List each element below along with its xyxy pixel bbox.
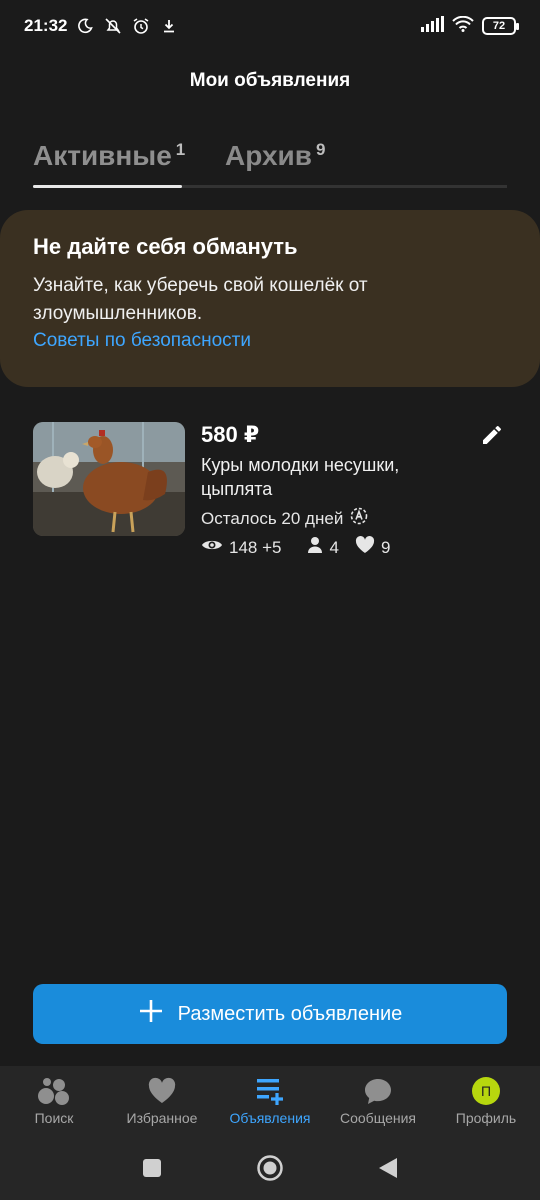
safety-tips-link[interactable]: Советы по безопасности xyxy=(33,330,251,352)
wifi-icon xyxy=(452,15,474,37)
nav-search[interactable]: Поиск xyxy=(0,1066,108,1136)
moon-icon xyxy=(75,16,95,36)
listing-title: Куры молодки несушки, цыплята xyxy=(201,455,400,499)
avatar-wrapper: П xyxy=(472,1076,500,1106)
nav-ads-label: Объявления xyxy=(229,1110,311,1126)
back-button[interactable] xyxy=(374,1154,402,1182)
remaining-text: Осталось 20 дней xyxy=(201,508,344,528)
page-title: Мои объявления xyxy=(189,70,351,91)
status-right: 72 xyxy=(420,15,519,37)
listing-item[interactable]: 580 ₽ Куры молодки несушки, цыплята Оста… xyxy=(33,420,507,560)
favorites-count: 9 xyxy=(380,537,391,557)
autorenew-icon xyxy=(349,506,369,531)
tab-underline xyxy=(33,185,182,188)
tab-archive-label: Архив xyxy=(225,140,312,171)
system-nav xyxy=(0,1136,540,1200)
chat-bubble-icon xyxy=(363,1076,393,1106)
nav-ads[interactable]: Объявления xyxy=(216,1066,324,1136)
nav-profile[interactable]: П Профиль xyxy=(432,1066,540,1136)
safety-banner: Не дайте себя обмануть Узнайте, как убер… xyxy=(0,210,540,387)
listing-price: 580 ₽ xyxy=(201,422,260,447)
nav-search-label: Поиск xyxy=(34,1110,74,1126)
alarm-icon xyxy=(131,16,151,36)
avatar: П xyxy=(472,1077,500,1105)
status-bar: 21:32 72 xyxy=(0,0,540,52)
nav-profile-label: Профиль xyxy=(455,1110,517,1126)
eye-icon xyxy=(201,537,223,558)
status-left: 21:32 xyxy=(24,16,179,36)
back-triangle-icon xyxy=(379,1158,397,1178)
tab-active[interactable]: Активные 1 xyxy=(33,140,185,172)
bottom-nav: Поиск Избранное Объявления Сообщения П П… xyxy=(0,1066,540,1136)
notifications-off-icon xyxy=(103,16,123,36)
tab-active-count: 1 xyxy=(175,140,186,159)
status-time: 21:32 xyxy=(24,16,68,35)
tab-archive-count: 9 xyxy=(315,140,326,159)
download-icon xyxy=(159,16,179,36)
search-dots-icon xyxy=(37,1076,71,1106)
recent-apps-button[interactable] xyxy=(138,1154,166,1182)
nav-favorites[interactable]: Избранное xyxy=(108,1066,216,1136)
banner-text: Узнайте, как уберечь свой кошелёк от зло… xyxy=(33,275,368,324)
pencil-icon xyxy=(483,426,501,444)
contacts-stat: 4 xyxy=(307,536,339,559)
banner-title: Не дайте себя обмануть xyxy=(33,234,298,259)
nav-favorites-label: Избранное xyxy=(126,1110,198,1126)
favorites-stat: 9 xyxy=(355,536,390,559)
edit-button[interactable] xyxy=(477,420,507,450)
nav-messages[interactable]: Сообщения xyxy=(324,1066,432,1136)
square-icon xyxy=(143,1159,161,1177)
listing-stats: 148 +5 4 9 xyxy=(201,536,390,559)
contacts-count: 4 xyxy=(329,537,339,557)
listing-photo[interactable] xyxy=(33,422,185,536)
battery-icon: 72 xyxy=(482,17,519,35)
nav-messages-label: Сообщения xyxy=(340,1110,416,1126)
signal-icon xyxy=(420,15,444,37)
plus-icon xyxy=(138,998,164,1030)
post-ad-label: Разместить объявление xyxy=(177,1002,403,1025)
home-button[interactable] xyxy=(256,1154,284,1182)
tabs: Активные 1 Архив 9 xyxy=(33,140,507,188)
ads-list-plus-icon xyxy=(255,1076,285,1106)
views-stat: 148 +5 xyxy=(201,537,281,558)
person-icon xyxy=(307,536,323,559)
views-count: 148 +5 xyxy=(229,537,282,557)
home-circle-icon xyxy=(257,1155,283,1181)
listing-remaining: Осталось 20 дней xyxy=(201,506,369,531)
heart-icon xyxy=(355,536,375,559)
tab-archive[interactable]: Архив 9 xyxy=(225,140,325,172)
heart-icon xyxy=(147,1076,177,1106)
tab-active-label: Активные xyxy=(33,140,172,171)
post-ad-button[interactable]: Разместить объявление xyxy=(33,984,507,1044)
